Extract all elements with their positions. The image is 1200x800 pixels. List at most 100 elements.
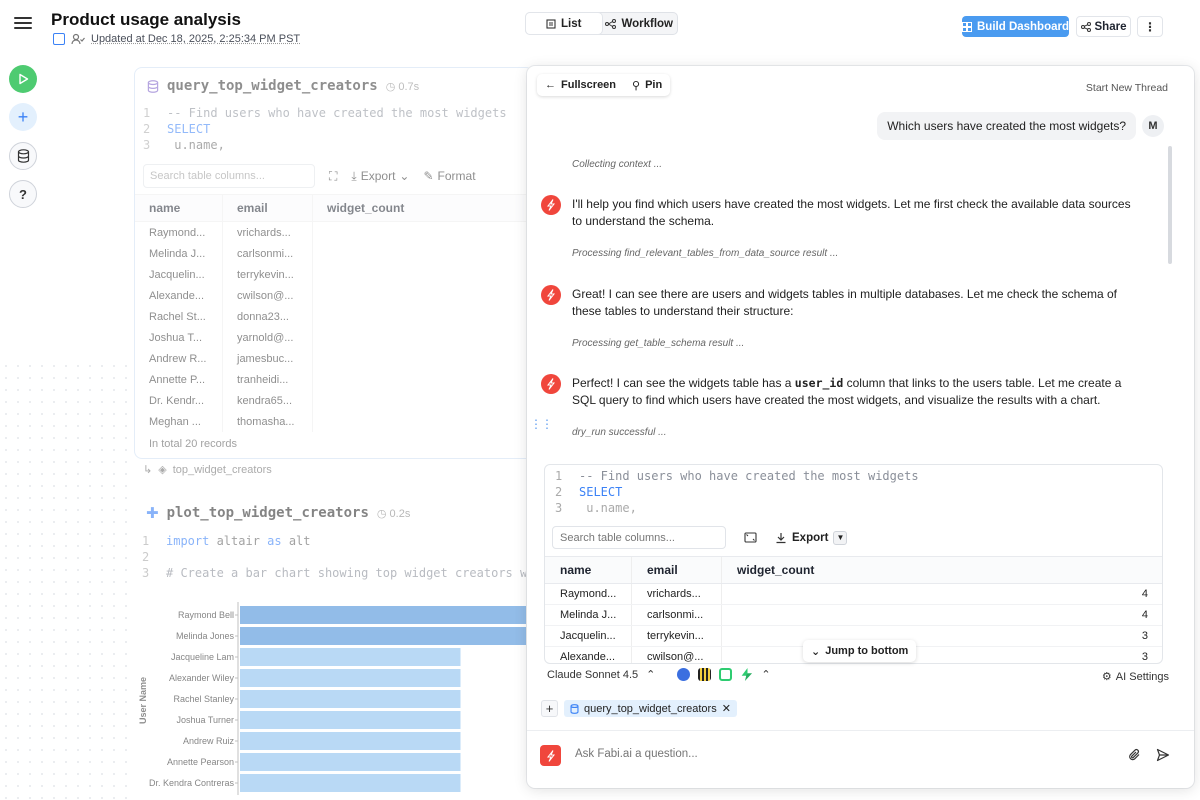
table-row[interactable]: Raymond... vrichards... 4 [545,584,1162,605]
chevron-down-icon[interactable]: ▼ [833,530,848,545]
cell-email: tranheidi... [223,369,313,390]
database-icon [17,149,29,163]
assistant-message: I'll help you find which users have crea… [572,197,1131,228]
add-context-button[interactable]: + [541,700,558,717]
fullscreen-button[interactable]: ← Fullscreen [537,74,624,96]
cell-name: Alexande... [545,647,632,663]
cell-email: thomasha... [223,411,313,432]
code-line[interactable]: 1 -- Find users who have created the most… [143,106,507,120]
workflow-icon [605,18,617,29]
view-list-button[interactable]: List [526,13,602,34]
run-all-button[interactable] [9,65,37,93]
model-selector[interactable]: Claude Sonnet 4.5 ⌃ ⌃ [547,668,771,681]
chat-input[interactable] [575,748,1075,760]
add-cell-button[interactable]: + [9,103,37,131]
fabi-logo-icon [540,745,561,766]
code-line[interactable]: 3 u.name, [143,138,225,152]
cell-title[interactable]: query_top_widget_creators [167,78,378,94]
cell-title[interactable]: plot_top_widget_creators [167,505,369,521]
start-new-thread-button[interactable]: Start New Thread [1086,82,1168,94]
expand-icon[interactable]: ⛶ [329,169,337,184]
google-icon [677,668,691,681]
user-check-icon [71,33,85,45]
table-row[interactable]: Dr. Kendr... kendra65... [135,390,535,411]
table-row[interactable]: Jacquelin... terrykevin... [135,264,535,285]
code-line[interactable]: 1 -- Find users who have created the most… [555,469,919,483]
table-row[interactable]: Alexande... cwilson@... [135,285,535,306]
chat-toolbar: ← Fullscreen ⚲ Pin [537,74,671,96]
bar-chart[interactable]: User Name Raymond Bell Melinda Jones Jacque… [134,594,534,800]
table-row[interactable]: Melinda J... carlsonmi... [135,243,535,264]
updated-row: Updated at Dec 18, 2025, 2:25:34 PM PST [53,33,300,45]
bar[interactable] [240,774,461,792]
cell-email: carlsonmi... [632,605,722,625]
ai-settings-button[interactable]: ⚙ AI Settings [1102,670,1169,684]
table-row[interactable]: Joshua T... yarnold@... [135,327,535,348]
table-row[interactable]: Raymond... vrichards... [135,222,535,243]
code-line[interactable]: 2 SELECT [143,122,210,136]
results-table: name email widget_count Raymond... vricha… [135,194,535,432]
build-dashboard-button[interactable]: Build Dashboard [962,16,1069,37]
fabi-logo-icon [541,195,561,215]
cell-email: cwilson@... [632,647,722,663]
code-line[interactable]: 1 import altair as alt [142,534,311,548]
format-button[interactable]: ✎ Format [423,169,475,183]
divider [527,730,1194,731]
list-icon [546,18,556,29]
cell-email: kendra65... [223,390,313,411]
y-tick-label: Rachel Stanley [173,694,234,704]
export-button[interactable]: ⤓ Export ⌄ [351,169,409,184]
scrollbar[interactable] [1168,146,1172,264]
sql-cell: query_top_widget_creators ◷ 0.7s 1 -- Fin… [134,67,535,459]
downstream-link[interactable]: ↳ ◈ top_widget_creators [143,463,272,477]
y-tick-label: Dr. Kendra Contreras [149,778,235,788]
table-row[interactable]: Meghan ... thomasha... [135,411,535,432]
bar[interactable] [240,669,461,687]
expand-icon[interactable] [744,531,757,544]
bar[interactable] [240,648,461,666]
jump-to-bottom-button[interactable]: ⌄ Jump to bottom [803,640,917,662]
table-row[interactable]: Melinda J... carlsonmi... 4 [545,605,1162,626]
bar[interactable] [240,690,461,708]
cell-name: Alexande... [135,285,223,306]
code-line[interactable]: 3 # Create a bar chart showing top widget… [142,566,549,580]
table-row[interactable]: Annette P... tranheidi... [135,369,535,390]
export-button[interactable]: Export ▼ [775,530,848,545]
database-button[interactable] [9,142,37,170]
menu-icon[interactable] [14,14,32,32]
search-columns-input[interactable]: Search table columns... [143,164,315,188]
code-line[interactable]: 3 u.name, [555,501,637,515]
bar[interactable] [240,732,461,750]
drag-handle[interactable]: ⋮⋮ [530,418,553,430]
bar[interactable] [240,627,534,645]
bar[interactable] [240,753,461,771]
bar[interactable] [240,711,461,729]
cell-name: Jacquelin... [135,264,223,285]
code-line[interactable]: 2 [142,550,166,564]
assistant-message: Great! I can see there are users and wid… [572,287,1117,318]
y-tick-label: Alexander Wiley [169,673,235,683]
table-row[interactable]: Andrew R... jamesbuc... [135,348,535,369]
send-icon[interactable] [1156,748,1170,762]
code-line[interactable]: 2 SELECT [555,485,622,499]
bar[interactable] [240,606,534,624]
help-button[interactable]: ? [9,180,37,208]
bigquery-icon [698,668,712,681]
table-header: name email widget_count [135,194,535,222]
context-chip[interactable]: query_top_widget_creators ✕ [564,700,737,717]
updated-timestamp[interactable]: Updated at Dec 18, 2025, 2:25:34 PM PST [91,33,300,45]
cell-name: Rachel St... [135,306,223,327]
cell-name: Raymond... [545,584,632,604]
cell-email: donna23... [223,306,313,327]
pin-button[interactable]: ⚲ Pin [624,74,670,96]
view-workflow-button[interactable]: Workflow [602,13,678,34]
more-options-button[interactable]: ⋮ [1137,16,1163,37]
share-button[interactable]: Share [1076,16,1131,37]
chevron-up-icon[interactable]: ⌃ [761,668,770,681]
notebook-icon [53,33,65,45]
cell-name: Andrew R... [135,348,223,369]
search-columns-input[interactable]: Search table columns... [552,526,726,549]
table-row[interactable]: Rachel St... donna23... [135,306,535,327]
close-icon[interactable]: ✕ [722,702,731,715]
paperclip-icon[interactable] [1128,748,1142,762]
